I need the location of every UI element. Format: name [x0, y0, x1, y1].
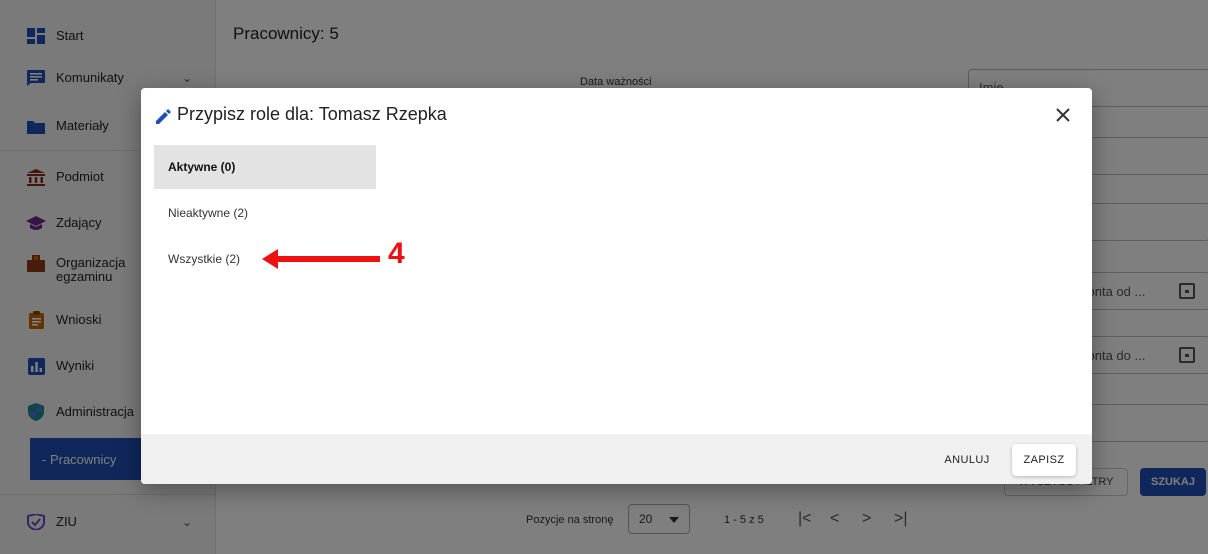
- tab-inactive-roles[interactable]: Nieaktywne (2): [154, 191, 376, 235]
- annotation-arrow-icon: [262, 249, 380, 269]
- close-icon[interactable]: [1052, 104, 1074, 126]
- assign-roles-dialog: Przypisz role dla: Tomasz Rzepka Aktywne…: [141, 88, 1092, 484]
- save-button[interactable]: ZAPISZ: [1012, 444, 1076, 476]
- dialog-title: Przypisz role dla: Tomasz Rzepka: [177, 104, 447, 124]
- dialog-footer: ANULUJ ZAPISZ: [141, 434, 1092, 484]
- tab-label: Wszystkie (2): [168, 252, 240, 266]
- cancel-button[interactable]: ANULUJ: [937, 444, 997, 476]
- pencil-icon: [156, 109, 171, 124]
- annotation-number: 4: [388, 237, 405, 270]
- tab-label: Nieaktywne (2): [168, 206, 249, 220]
- tab-label: Aktywne (0): [168, 160, 236, 174]
- tab-active-roles[interactable]: Aktywne (0): [154, 145, 376, 189]
